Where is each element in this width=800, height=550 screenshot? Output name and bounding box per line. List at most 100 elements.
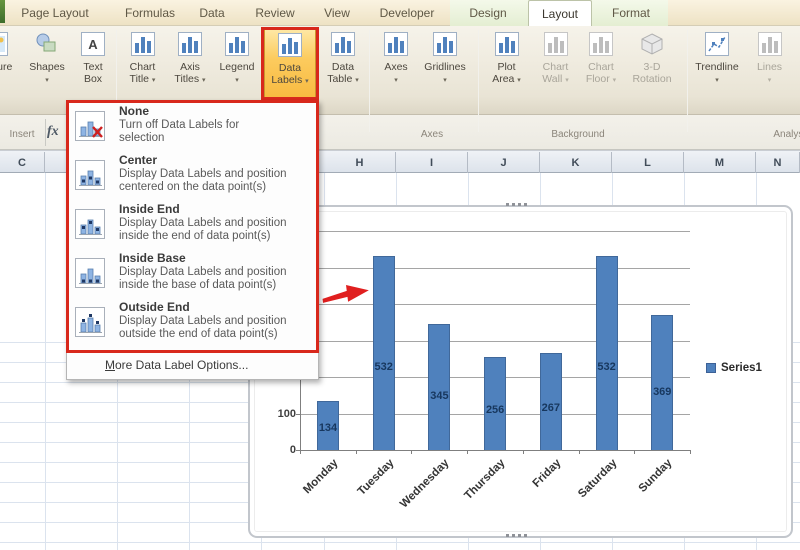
- tab-view[interactable]: View: [314, 0, 360, 26]
- ribbon-button-label: Gridlines ▾: [424, 61, 466, 84]
- ribbon-button-label: Chart Title ▾: [129, 61, 156, 85]
- chart-legend[interactable]: Series1: [706, 362, 762, 374]
- column-header-j[interactable]: J: [468, 152, 540, 173]
- dropdown-caret-icon: ▾: [355, 77, 359, 84]
- tab-formulas[interactable]: Formulas: [118, 0, 182, 26]
- dropdown-caret-icon: ▾: [394, 77, 398, 84]
- gridlines-button[interactable]: Gridlines ▾: [419, 28, 471, 100]
- menu-item-description: Turn off Data Labels for selection: [119, 119, 240, 144]
- column-header-m[interactable]: M: [684, 152, 756, 173]
- datalabel-center-icon: [75, 160, 105, 190]
- datalabel-outside-end-icon: [75, 307, 105, 337]
- chart-wall-button: Chart Wall ▾: [533, 28, 578, 100]
- 3-d-rotation-icon: [639, 31, 665, 57]
- file-button-edge[interactable]: [0, 0, 5, 23]
- gridlines-icon: [432, 31, 458, 57]
- data-table-button[interactable]: Data Table ▾: [320, 28, 366, 100]
- picture-button[interactable]: Picture: [0, 28, 24, 100]
- lines-button: Lines ▾: [747, 28, 792, 100]
- menu-item-outside-end[interactable]: Outside End Display Data Labels and posit…: [67, 299, 318, 348]
- legend-series-swatch: [706, 363, 716, 373]
- ribbon-group-label-background: Background: [551, 129, 605, 140]
- dropdown-caret-icon: ▾: [202, 77, 206, 84]
- shapes-icon: [34, 31, 60, 57]
- chart-resize-handle-bottom[interactable]: [506, 534, 527, 537]
- legend-series-label: Series1: [721, 362, 762, 374]
- dropdown-caret-icon: ▾: [565, 77, 569, 84]
- ribbon-button-label: Shapes ▾: [29, 61, 65, 84]
- data-table-icon: [330, 31, 356, 57]
- data-labels-button[interactable]: Data Labels ▾: [264, 28, 316, 100]
- axes-button[interactable]: Axes ▾: [374, 28, 418, 100]
- dropdown-caret-icon: ▾: [235, 77, 239, 84]
- plot-area-button[interactable]: Plot Area ▾: [483, 28, 530, 100]
- chart-wall-icon: [543, 31, 569, 57]
- chart-title-icon: [130, 31, 156, 57]
- axis-titles-icon: [177, 31, 203, 57]
- menu-item-title: Inside End: [119, 202, 180, 216]
- menu-item-description: Display Data Labels and position inside t…: [119, 217, 287, 242]
- column-header-n[interactable]: N: [756, 152, 800, 173]
- shapes-button[interactable]: Shapes ▾: [24, 28, 70, 100]
- menu-item-more-data-label-options[interactable]: More Data Label Options...: [105, 358, 248, 372]
- tab-data[interactable]: Data: [188, 0, 236, 26]
- menu-item-none[interactable]: None Turn off Data Labels for selection: [67, 103, 318, 152]
- ribbon-group-separator: [687, 30, 688, 132]
- ribbon-button-label: Plot Area ▾: [492, 61, 521, 85]
- annotation-arrow-icon: [322, 284, 369, 303]
- column-header-c[interactable]: C: [0, 152, 45, 173]
- column-header-h[interactable]: H: [324, 152, 396, 173]
- excel-window: Page Layout Formulas Data Review View Develop…: [0, 0, 800, 550]
- column-header-l[interactable]: L: [612, 152, 684, 173]
- ribbon-button-label: Axis Titles ▾: [174, 61, 206, 85]
- text-box-button[interactable]: A Text Box: [72, 28, 114, 100]
- ribbon-tab-bar: Page Layout Formulas Data Review View Develop…: [0, 0, 800, 26]
- tab-layout[interactable]: Layout: [528, 0, 592, 26]
- column-header-i[interactable]: I: [396, 152, 468, 173]
- ribbon-button-label: Data Labels ▾: [271, 62, 309, 86]
- menu-item-title: None: [119, 104, 149, 118]
- tab-design[interactable]: Design: [455, 0, 521, 26]
- tab-developer[interactable]: Developer: [368, 0, 446, 26]
- dropdown-caret-icon: ▾: [151, 77, 156, 84]
- ribbon-button-label: Chart Wall ▾: [542, 61, 569, 85]
- data-labels-dropdown-menu: None Turn off Data Labels for selection Ce…: [66, 100, 319, 380]
- ribbon-button-label: Axes ▾: [384, 61, 408, 84]
- tab-review[interactable]: Review: [246, 0, 304, 26]
- ribbon-button-label: Legend ▾: [219, 61, 255, 84]
- tab-page-layout[interactable]: Page Layout: [8, 0, 102, 26]
- axis-titles-button[interactable]: Axis Titles ▾: [167, 28, 213, 100]
- ribbon-button-label: Chart Floor ▾: [585, 61, 617, 85]
- trendline-button[interactable]: Trendline ▾: [690, 28, 744, 100]
- tab-format[interactable]: Format: [598, 0, 664, 26]
- ribbon-button-label: Text Box: [83, 61, 103, 85]
- datalabel-inside-base-icon: [75, 258, 105, 288]
- text-box-icon: A: [80, 31, 106, 57]
- column-header-k[interactable]: K: [540, 152, 612, 173]
- ribbon-button-label: Picture: [0, 61, 13, 73]
- menu-item-title: Center: [119, 153, 158, 167]
- menu-item-description: Display Data Labels and position outside …: [119, 315, 287, 340]
- menu-item-inside-base[interactable]: Inside Base Display Data Labels and posit…: [67, 250, 318, 299]
- ribbon-group-separator: [369, 30, 370, 132]
- 3-d-rotation-button: 3-D Rotation: [624, 28, 680, 100]
- dropdown-caret-icon: ▾: [305, 78, 309, 85]
- insert-function-icon[interactable]: fx: [47, 124, 59, 140]
- grid-column-line: [45, 173, 46, 550]
- menu-item-center[interactable]: Center Display Data Labels and position ce…: [67, 152, 318, 201]
- menu-item-description: Display Data Labels and position centered…: [119, 168, 287, 193]
- plot-area-icon: [494, 31, 520, 57]
- chart-title-button[interactable]: Chart Title ▾: [119, 28, 166, 100]
- ribbon-group-label-axes: Axes: [420, 129, 444, 140]
- datalabel-none-icon: [75, 111, 105, 141]
- chart-resize-handle-top[interactable]: [506, 203, 527, 206]
- chart-floor-button: Chart Floor ▾: [579, 28, 623, 100]
- svg-text:A: A: [88, 37, 98, 52]
- menu-item-inside-end[interactable]: Inside End Display Data Labels and positi…: [67, 201, 318, 250]
- legend-icon: [224, 31, 250, 57]
- ribbon-group-label-insert: Insert: [9, 129, 35, 140]
- lines-icon: [757, 31, 783, 57]
- legend-button[interactable]: Legend ▾: [214, 28, 260, 100]
- data-labels-icon: [277, 32, 303, 58]
- name-box-divider: [45, 119, 46, 146]
